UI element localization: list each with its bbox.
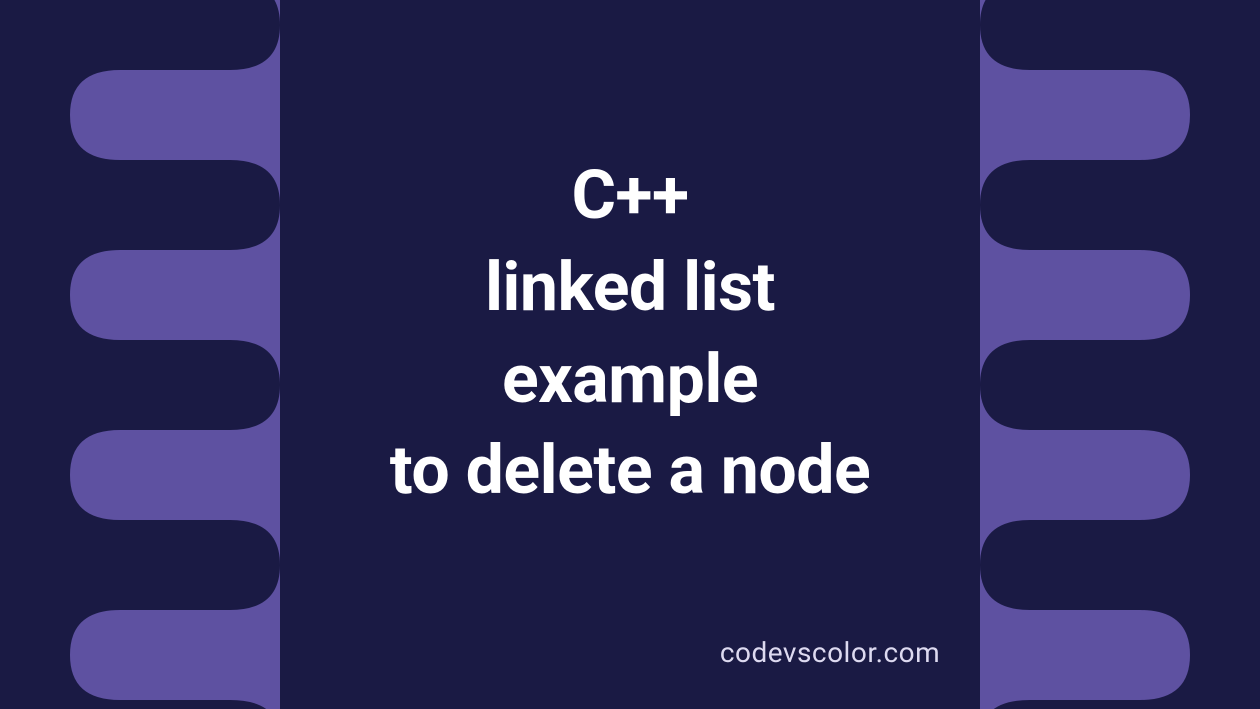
title-line-2: linked list bbox=[0, 242, 1260, 334]
banner-title: C++ linked list example to delete a node bbox=[0, 150, 1260, 517]
promo-banner: C++ linked list example to delete a node… bbox=[0, 0, 1260, 709]
title-line-4: to delete a node bbox=[0, 425, 1260, 517]
title-line-3: example bbox=[0, 334, 1260, 426]
title-line-1: C++ bbox=[0, 150, 1260, 242]
watermark-text: codevscolor.com bbox=[200, 636, 1260, 669]
